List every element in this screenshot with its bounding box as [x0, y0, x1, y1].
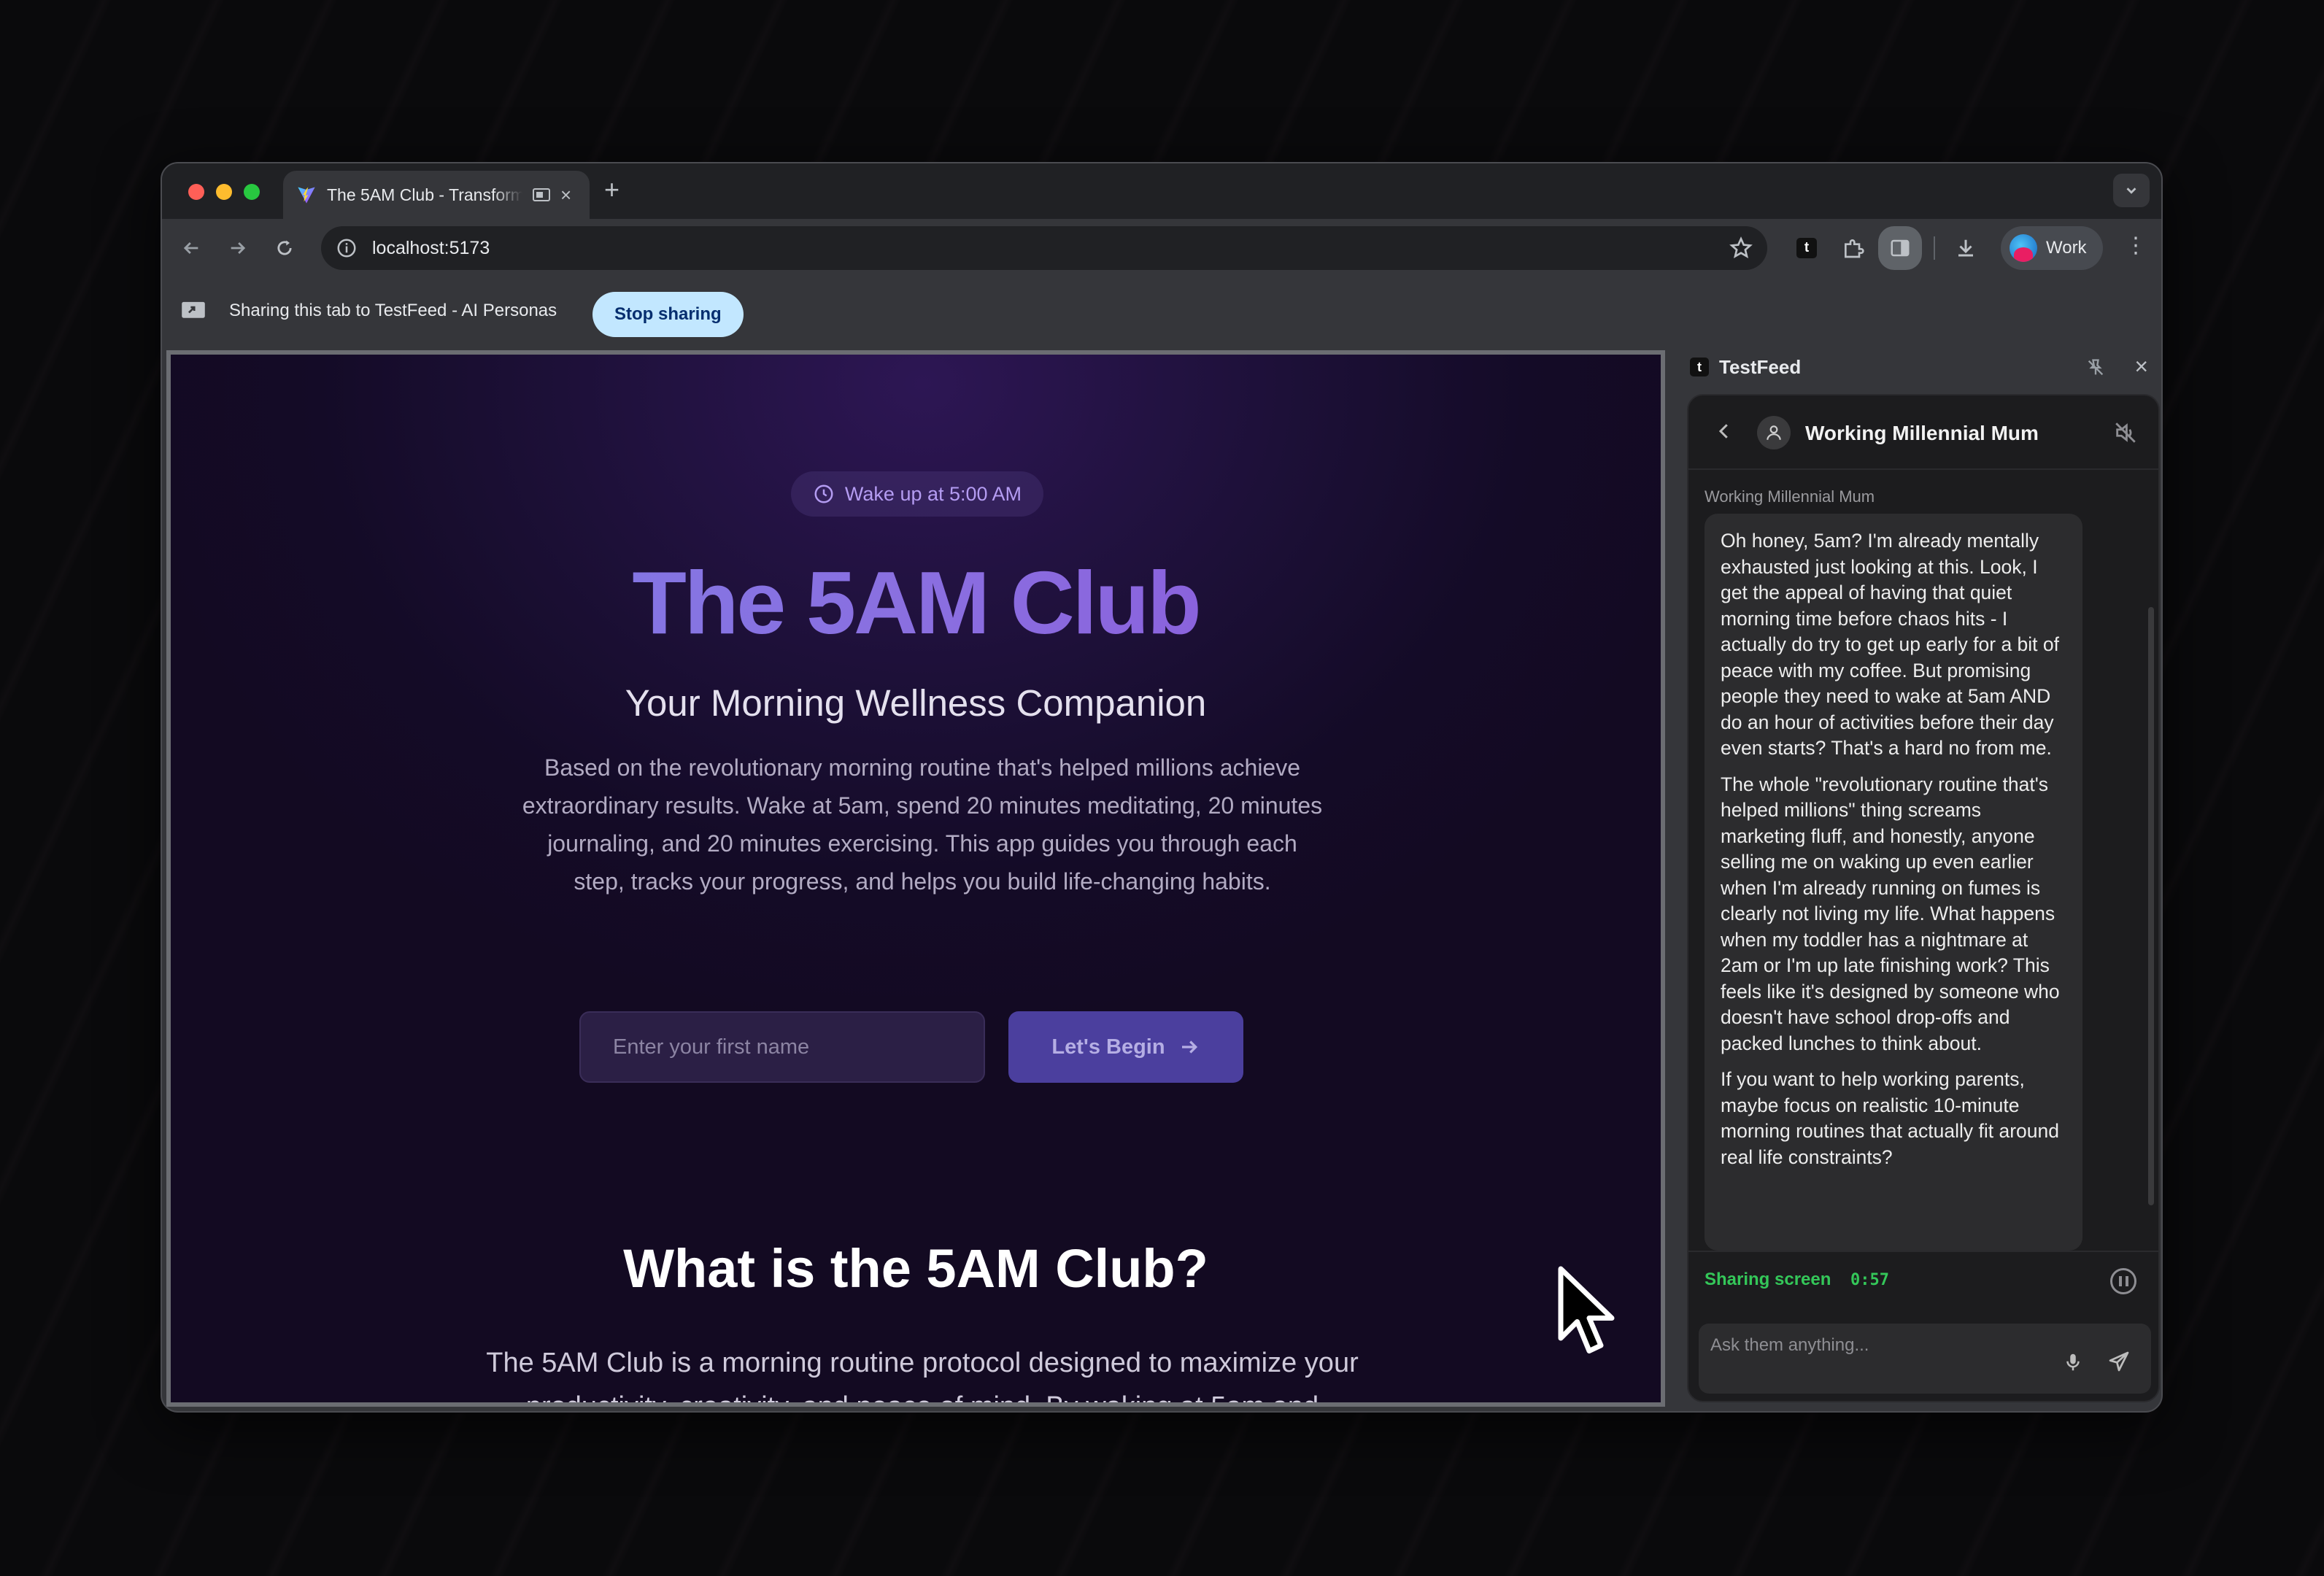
arrow-right-icon: [1181, 1040, 1197, 1054]
address-bar[interactable]: localhost:5173: [321, 226, 1767, 270]
sharing-screen-label: Sharing screen: [1705, 1270, 1831, 1289]
info-icon[interactable]: [336, 237, 358, 259]
toolbar-divider: [1934, 236, 1935, 260]
chevron-left-icon[interactable]: [1713, 420, 1735, 442]
first-name-input[interactable]: [579, 1011, 985, 1083]
user-icon: [1767, 425, 1781, 440]
persona-avatar: [1757, 416, 1791, 449]
sharing-status-text: Sharing this tab to TestFeed - AI Person…: [229, 301, 557, 320]
clock-icon: [814, 484, 833, 503]
browser-window: The 5AM Club - Transform × + localhost:5…: [161, 162, 2163, 1413]
pause-icon[interactable]: [2110, 1268, 2136, 1294]
browser-tab[interactable]: The 5AM Club - Transform ×: [283, 171, 590, 219]
star-icon[interactable]: [1729, 236, 1753, 260]
side-panel: t TestFeed × Working Millennial Mum Work…: [1671, 344, 2161, 1411]
tab-sharing-icon: [533, 188, 550, 201]
back-button[interactable]: [178, 235, 204, 261]
badge-text: Wake up at 5:00 AM: [844, 482, 1022, 505]
reload-icon: [277, 240, 292, 255]
stop-sharing-button[interactable]: Stop sharing: [592, 292, 744, 337]
message-paragraph: Oh honey, 5am? I'm already mentally exha…: [1721, 530, 2059, 759]
testfeed-logo-icon: t: [1690, 358, 1709, 376]
extensions-button[interactable]: [1837, 232, 1869, 264]
extensions-icon: [1845, 239, 1864, 258]
sharing-timer: 0:57: [1850, 1271, 1889, 1289]
tab-title: The 5AM Club - Transform: [327, 185, 522, 204]
testfeed-extension-button[interactable]: t: [1791, 232, 1823, 264]
chat-container: Working Millennial Mum Working Millennia…: [1687, 394, 2160, 1402]
side-panel-icon: [1891, 239, 1910, 257]
tab-search-button[interactable]: [2113, 174, 2150, 207]
message-paragraph: If you want to help working parents, may…: [1721, 1068, 2060, 1168]
forward-icon: [231, 242, 246, 254]
send-icon[interactable]: [2107, 1350, 2131, 1373]
close-panel-icon[interactable]: ×: [2134, 355, 2148, 378]
side-panel-title: TestFeed: [1719, 355, 1802, 378]
download-icon: [1958, 239, 1973, 257]
tab-close-icon[interactable]: ×: [560, 185, 571, 204]
section-text: The 5AM Club is a morning routine protoc…: [486, 1348, 1359, 1407]
hero-subtitle: Your Morning Wellness Companion: [625, 682, 1207, 724]
persona-name: Working Millennial Mum: [1805, 422, 2039, 444]
profile-name: Work: [2046, 238, 2087, 258]
back-icon: [183, 242, 198, 254]
reload-button[interactable]: [271, 235, 298, 261]
menu-kebab-icon[interactable]: ⋮: [2125, 235, 2147, 257]
message-sender: Working Millennial Mum: [1705, 487, 1875, 506]
page-viewport: Wake up at 5:00 AM The 5AM Club Your Mor…: [166, 350, 1665, 1407]
hero-description: Based on the revolutionary morning routi…: [522, 754, 1323, 895]
new-tab-icon[interactable]: +: [604, 177, 619, 203]
chevron-down-icon: [2126, 188, 2136, 194]
maximize-window-button[interactable]: [244, 184, 260, 200]
chat-scrollbar[interactable]: [2148, 607, 2154, 1205]
message-bubble: Oh honey, 5am? I'm already mentally exha…: [1705, 514, 2082, 1251]
lets-begin-button[interactable]: Let's Begin: [1008, 1011, 1243, 1083]
side-panel-button[interactable]: [1878, 226, 1922, 270]
pin-off-icon[interactable]: [2085, 358, 2106, 378]
downloads-button[interactable]: [1950, 232, 1982, 264]
profile-avatar: [2010, 234, 2037, 262]
wake-time-badge: Wake up at 5:00 AM: [791, 471, 1043, 517]
mic-icon[interactable]: [2062, 1351, 2084, 1373]
sharing-status-row: Sharing screen 0:57: [1688, 1251, 2158, 1310]
mouse-cursor-icon: [1558, 1266, 1615, 1353]
url-text[interactable]: localhost:5173: [372, 238, 490, 259]
screen-share-icon: [182, 301, 205, 318]
window-controls: [188, 184, 260, 200]
mute-icon[interactable]: [2113, 420, 2138, 445]
chat-input[interactable]: [1699, 1324, 2049, 1367]
hero-title: The 5AM Club: [171, 552, 1661, 654]
forward-button[interactable]: [225, 235, 251, 261]
testfeed-extension-icon: t: [1796, 238, 1817, 258]
begin-button-label: Let's Begin: [1051, 1035, 1165, 1059]
tab-strip: The 5AM Club - Transform × +: [162, 163, 2161, 219]
browser-toolbar: localhost:5173 t Work ⋮: [162, 219, 2161, 277]
section-title: What is the 5AM Club?: [623, 1238, 1208, 1299]
tab-sharing-bar: Sharing this tab to TestFeed - AI Person…: [162, 277, 2161, 344]
chat-input-box: [1699, 1324, 2151, 1394]
minimize-window-button[interactable]: [216, 184, 232, 200]
profile-button[interactable]: Work: [2001, 226, 2103, 270]
vite-favicon-icon: [298, 187, 315, 204]
close-window-button[interactable]: [188, 184, 204, 200]
message-paragraph: The whole "revolutionary routine that's …: [1721, 773, 2060, 1054]
chat-header: Working Millennial Mum: [1688, 395, 2158, 470]
